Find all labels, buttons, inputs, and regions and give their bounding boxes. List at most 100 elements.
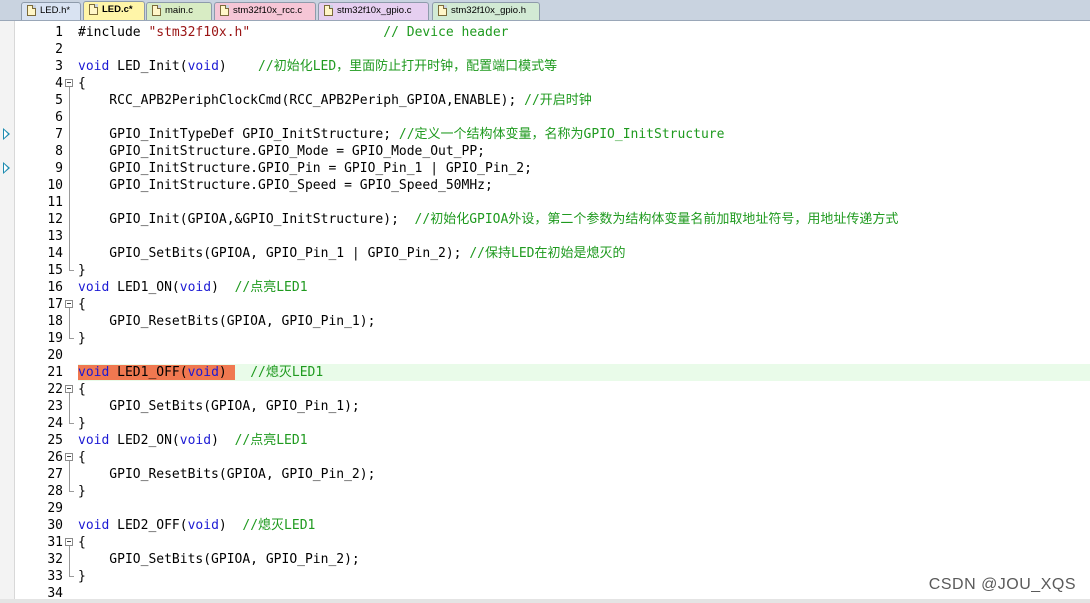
keyword-token: void [187, 518, 219, 533]
tab-label: stm32f10x_gpio.c [337, 5, 412, 16]
horizontal-scrollbar[interactable] [0, 599, 1090, 603]
code-line[interactable]: void LED_Init(void) //初始化LED，里面防止打开时钟，配置… [78, 58, 1090, 75]
code-token: GPIO_SetBits(GPIOA, GPIO_Pin_1 | GPIO_Pi… [78, 246, 470, 261]
code-line[interactable]: GPIO_InitStructure.GPIO_Mode = GPIO_Mode… [78, 143, 1090, 160]
fold-end-mark [69, 338, 74, 339]
code-token: GPIO_Init(GPIOA,&GPIO_InitStructure); [78, 212, 415, 227]
code-line[interactable]: GPIO_ResetBits(GPIOA, GPIO_Pin_1); [78, 313, 1090, 330]
tab-led-c[interactable]: LED.c* [83, 1, 145, 20]
comment-token: //熄灭LED1 [250, 365, 324, 380]
code-line[interactable]: } [78, 483, 1090, 500]
tab-stm32f10x-rcc-c[interactable]: stm32f10x_rcc.c [214, 2, 316, 20]
fold-end-mark [69, 491, 74, 492]
selected-keyword-token: void [187, 365, 219, 380]
code-token: { [78, 76, 86, 91]
code-line[interactable] [78, 194, 1090, 211]
file-icon [438, 5, 447, 16]
file-icon [220, 5, 229, 16]
tab-stm32f10x-gpio-h[interactable]: stm32f10x_gpio.h [432, 2, 540, 20]
fold-guide [69, 308, 70, 338]
bookmark-arrow-icon[interactable] [3, 128, 10, 140]
tab-label: LED.h* [40, 5, 71, 16]
line-number: 4 [55, 76, 63, 91]
line-number: 3 [55, 59, 63, 74]
fold-toggle-icon[interactable] [65, 79, 73, 87]
code-token: { [78, 535, 86, 550]
tab-label: main.c [165, 5, 193, 16]
fold-toggle-icon[interactable] [65, 453, 73, 461]
line-number: 14 [47, 246, 63, 261]
fold-guide [69, 461, 70, 491]
selected-keyword-token: void [78, 365, 110, 380]
selected-token: ) [218, 365, 235, 380]
tab-label: stm32f10x_rcc.c [233, 5, 303, 16]
code-line[interactable]: void LED2_OFF(void) //熄灭LED1 [78, 517, 1090, 534]
code-token: LED_Init( [109, 59, 188, 74]
code-line[interactable]: { [78, 296, 1090, 313]
code-line[interactable]: } [78, 415, 1090, 432]
code-line[interactable] [78, 41, 1090, 58]
code-line[interactable] [78, 500, 1090, 517]
code-line[interactable]: GPIO_SetBits(GPIOA, GPIO_Pin_1); [78, 398, 1090, 415]
code-token: } [78, 263, 86, 278]
code-line[interactable]: } [78, 262, 1090, 279]
code-line[interactable]: GPIO_InitStructure.GPIO_Pin = GPIO_Pin_1… [78, 160, 1090, 177]
line-number: 11 [47, 195, 63, 210]
code-line[interactable]: GPIO_InitTypeDef GPIO_InitStructure; //定… [78, 126, 1090, 143]
code-line[interactable]: void LED1_ON(void) //点亮LED1 [78, 279, 1090, 296]
line-number: 33 [47, 569, 63, 584]
comment-token: //保持LED在初始是熄灭的 [469, 246, 626, 261]
line-number: 17 [47, 297, 63, 312]
file-icon [27, 5, 36, 16]
keyword-token: void [78, 59, 110, 74]
fold-toggle-icon[interactable] [65, 385, 73, 393]
line-number: 15 [47, 263, 63, 278]
code-token: ) [218, 518, 243, 533]
code-line[interactable]: { [78, 75, 1090, 92]
bookmark-gutter[interactable] [0, 21, 15, 603]
code-line[interactable]: RCC_APB2PeriphClockCmd(RCC_APB2Periph_GP… [78, 92, 1090, 109]
bookmark-arrow-icon[interactable] [3, 162, 10, 174]
code-token: LED2_ON( [109, 433, 180, 448]
code-token: LED1_ON( [109, 280, 180, 295]
code-line[interactable]: { [78, 381, 1090, 398]
code-line[interactable]: GPIO_SetBits(GPIOA, GPIO_Pin_1 | GPIO_Pi… [78, 245, 1090, 262]
code-line[interactable]: void LED1_OFF(void) //熄灭LED1 [78, 364, 1090, 381]
fold-toggle-icon[interactable] [65, 300, 73, 308]
code-line[interactable] [78, 109, 1090, 126]
comment-token: //初始化LED，里面防止打开时钟，配置端口模式等 [258, 59, 558, 74]
code-token: GPIO_InitStructure.GPIO_Mode = GPIO_Mode… [78, 144, 485, 159]
code-line[interactable]: void LED2_ON(void) //点亮LED1 [78, 432, 1090, 449]
editor-tab-bar: LED.h* LED.c* main.c stm32f10x_rcc.c stm32f1… [0, 0, 1090, 21]
line-number: 8 [55, 144, 63, 159]
tab-label: LED.c* [102, 4, 133, 15]
code-line[interactable] [78, 228, 1090, 245]
code-line[interactable]: { [78, 534, 1090, 551]
line-number: 13 [47, 229, 63, 244]
keyword-token: void [78, 280, 110, 295]
code-line[interactable] [78, 347, 1090, 364]
code-token: ) [218, 59, 259, 74]
code-line[interactable]: #include "stm32f10x.h" // Device header [78, 24, 1090, 41]
line-number: 24 [47, 416, 63, 431]
fold-guide [69, 87, 70, 270]
fold-end-mark [69, 423, 74, 424]
line-number: 1 [55, 25, 63, 40]
fold-end-mark [69, 270, 74, 271]
code-line[interactable]: GPIO_ResetBits(GPIOA, GPIO_Pin_2); [78, 466, 1090, 483]
tab-main-c[interactable]: main.c [146, 2, 212, 20]
code-token: GPIO_SetBits(GPIOA, GPIO_Pin_1); [78, 399, 360, 414]
code-line[interactable]: { [78, 449, 1090, 466]
code-token: { [78, 297, 86, 312]
tab-led-h[interactable]: LED.h* [21, 2, 81, 20]
code-line[interactable]: GPIO_SetBits(GPIOA, GPIO_Pin_2); [78, 551, 1090, 568]
fold-toggle-icon[interactable] [65, 538, 73, 546]
code-line[interactable]: GPIO_InitStructure.GPIO_Speed = GPIO_Spe… [78, 177, 1090, 194]
line-number: 32 [47, 552, 63, 567]
code-line[interactable]: } [78, 330, 1090, 347]
code-line[interactable]: GPIO_Init(GPIOA,&GPIO_InitStructure); //… [78, 211, 1090, 228]
tab-stm32f10x-gpio-c[interactable]: stm32f10x_gpio.c [318, 2, 429, 20]
line-number: 9 [55, 161, 63, 176]
comment-token: //点亮LED1 [234, 280, 308, 295]
